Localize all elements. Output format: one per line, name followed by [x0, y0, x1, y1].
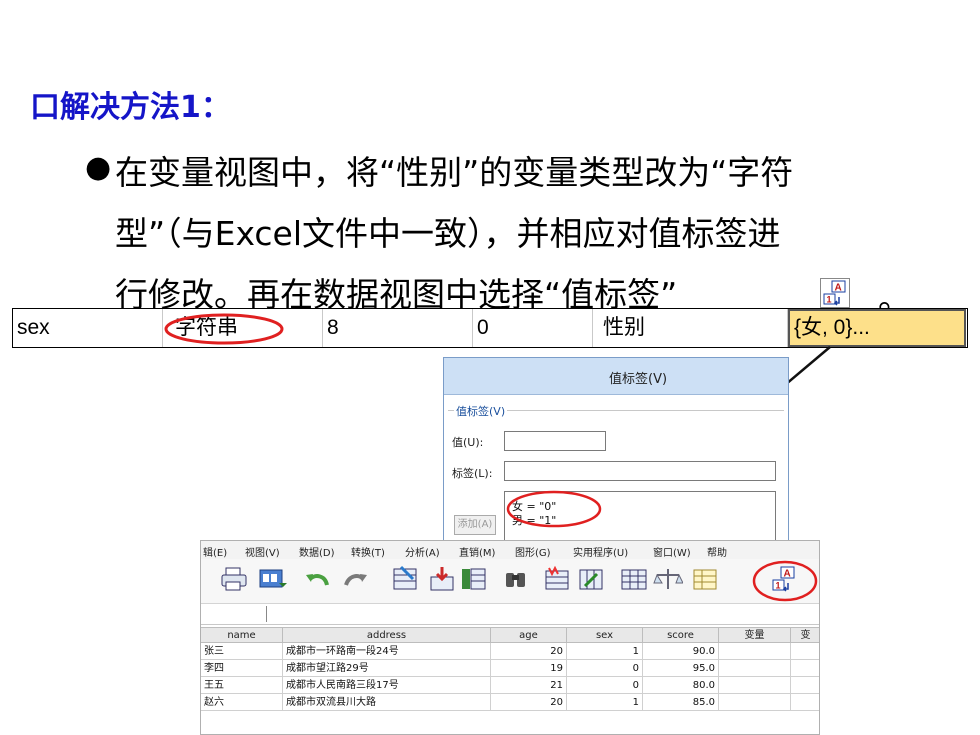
column-header-score[interactable]: score	[643, 627, 719, 643]
column-header-sex[interactable]: sex	[567, 627, 643, 643]
cell-empty[interactable]	[719, 677, 791, 694]
var-name-cell[interactable]: sex	[13, 309, 163, 347]
dialog-recall-icon[interactable]	[257, 565, 287, 593]
menu-analyze[interactable]: 分析(A)	[405, 544, 440, 559]
value-input[interactable]	[504, 431, 606, 451]
cell-age[interactable]: 21	[491, 677, 567, 694]
cell-name[interactable]: 李四	[201, 660, 283, 677]
group-label: 值标签(V)	[454, 403, 508, 419]
column-header-age[interactable]: age	[491, 627, 567, 643]
value-labels-icon: A 1	[820, 278, 850, 308]
column-header-address[interactable]: address	[283, 627, 491, 643]
svg-text:1: 1	[827, 295, 832, 305]
cell-address[interactable]: 成都市望江路29号	[283, 660, 491, 677]
menu-graphs[interactable]: 图形(G)	[515, 544, 551, 559]
var-decimals-cell[interactable]: 0	[473, 309, 593, 347]
add-button[interactable]: 添加(A)	[454, 515, 496, 535]
dialog-title: 值标签(V)	[609, 372, 668, 387]
cell-address[interactable]: 成都市双流县川大路	[283, 694, 491, 711]
menu-data[interactable]: 数据(D)	[299, 544, 335, 559]
svg-text:A: A	[835, 283, 842, 294]
cell-editor-input[interactable]	[266, 606, 817, 622]
menu-help[interactable]: 帮助	[707, 544, 727, 559]
menu-utilities[interactable]: 实用程序(U)	[573, 544, 628, 559]
cell-score[interactable]: 90.0	[643, 643, 719, 660]
redo-icon[interactable]	[341, 565, 371, 593]
cell-name[interactable]: 王五	[201, 677, 283, 694]
dialog-titlebar[interactable]: 值标签(V)	[444, 358, 788, 395]
bullet-line-2: 型”（与Excel文件中一致），并相应对值标签进	[115, 214, 781, 253]
highlight-circle-items	[506, 490, 602, 528]
bullet-line-1: 在变量视图中，将“性别”的变量类型改为“字符	[115, 153, 794, 192]
column-header-var2[interactable]: 变	[791, 627, 819, 643]
menu-view[interactable]: 视图(V)	[245, 544, 280, 559]
cell-age[interactable]: 20	[491, 643, 567, 660]
cell-sex[interactable]: 1	[567, 694, 643, 711]
cell-empty[interactable]	[791, 643, 819, 660]
cell-empty[interactable]	[791, 694, 819, 711]
variable-view-row: sex 字符串 8 0 性别 {女, 0}...	[12, 308, 968, 348]
find-icon[interactable]	[501, 565, 531, 593]
column-header-var1[interactable]: 变量	[719, 627, 791, 643]
label-input[interactable]	[504, 461, 776, 481]
split-file-icon[interactable]	[619, 565, 649, 593]
weight-cases-icon[interactable]	[653, 565, 684, 593]
cell-editor-bar	[201, 604, 819, 625]
cell-sex[interactable]: 1	[567, 643, 643, 660]
value-field-label: 值(U):	[452, 436, 484, 449]
cell-empty[interactable]	[719, 660, 791, 677]
cell-address[interactable]: 成都市人民南路三段17号	[283, 677, 491, 694]
insert-cases-icon[interactable]	[543, 565, 573, 593]
menu-transform[interactable]: 转换(T)	[351, 544, 385, 559]
value-labels-dialog: 值标签(V) 值标签(V) 值(U): 标签(L): 女 = "0" 男 = "…	[443, 357, 789, 547]
cell-name[interactable]: 张三	[201, 643, 283, 660]
cell-score[interactable]: 95.0	[643, 660, 719, 677]
cell-score[interactable]: 85.0	[643, 694, 719, 711]
var-values-cell[interactable]: {女, 0}...	[788, 309, 966, 347]
cell-name[interactable]: 赵六	[201, 694, 283, 711]
highlight-circle-type	[164, 313, 284, 345]
cell-sex[interactable]: 0	[567, 677, 643, 694]
cell-age[interactable]: 20	[491, 694, 567, 711]
var-label-cell[interactable]: 性别	[593, 309, 788, 347]
cell-score[interactable]: 80.0	[643, 677, 719, 694]
select-cases-icon[interactable]	[691, 565, 721, 593]
cell-age[interactable]: 19	[491, 660, 567, 677]
print-icon[interactable]	[219, 565, 249, 593]
cell-address[interactable]: 成都市一环路南一段24号	[283, 643, 491, 660]
cell-empty[interactable]	[791, 660, 819, 677]
goto-variable-icon[interactable]	[427, 565, 457, 593]
menu-edit[interactable]: 辑(E)	[203, 544, 227, 559]
menu-window[interactable]: 窗口(W)	[653, 544, 691, 559]
slide-title: 口解决方法1：	[30, 90, 231, 125]
menu-bar: 辑(E) 视图(V) 数据(D) 转换(T) 分析(A) 直销(M) 图形(G)…	[201, 541, 819, 559]
cell-empty[interactable]	[719, 694, 791, 711]
variables-icon[interactable]	[459, 565, 489, 593]
column-header-name[interactable]: name	[201, 627, 283, 643]
highlight-circle-toolbar	[752, 560, 818, 602]
goto-case-icon[interactable]	[391, 565, 421, 593]
label-field-label: 标签(L):	[452, 467, 493, 480]
bullet-dot: ●	[85, 150, 112, 185]
var-width-cell[interactable]: 8	[323, 309, 473, 347]
cell-sex[interactable]: 0	[567, 660, 643, 677]
insert-variable-icon[interactable]	[577, 565, 607, 593]
undo-icon[interactable]	[303, 565, 333, 593]
cell-empty[interactable]	[719, 643, 791, 660]
spss-data-view-window: 辑(E) 视图(V) 数据(D) 转换(T) 分析(A) 直销(M) 图形(G)…	[200, 540, 820, 735]
menu-direct-marketing[interactable]: 直销(M)	[459, 544, 495, 559]
cell-empty[interactable]	[791, 677, 819, 694]
toolbar: A 1	[201, 559, 819, 604]
